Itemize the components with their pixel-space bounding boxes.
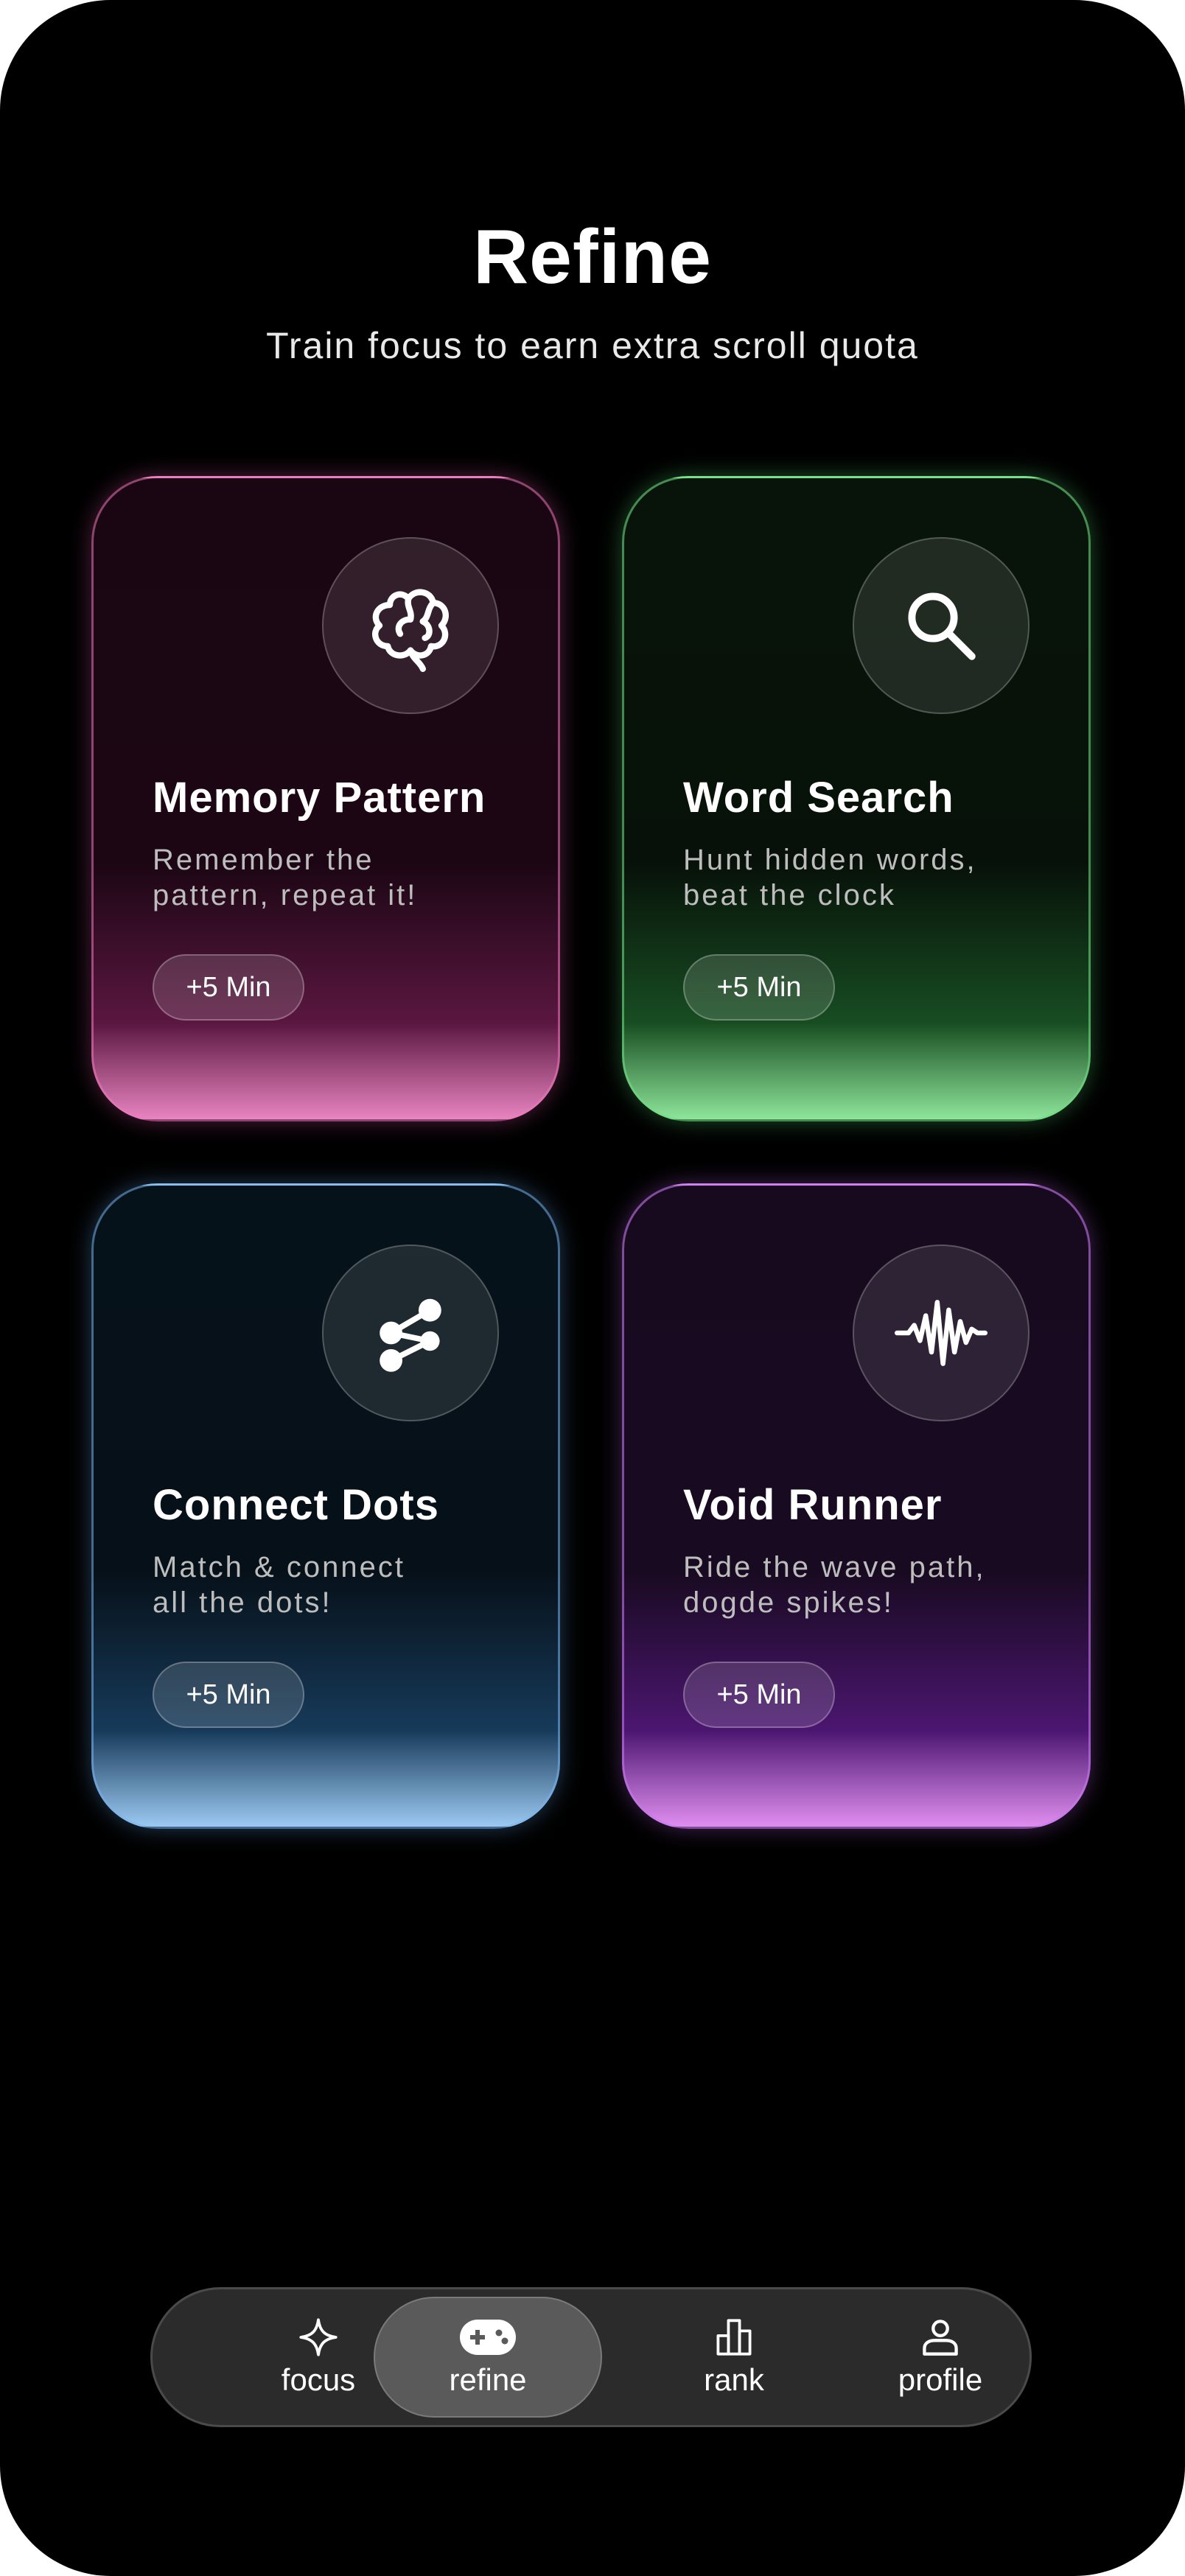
nav-item-refine[interactable]: refine <box>374 2297 602 2418</box>
card-description: Hunt hidden words, beat the clock <box>683 844 977 911</box>
card-description: Match & connect all the dots! <box>153 1551 405 1619</box>
reward-badge: +5 Min <box>153 1662 304 1728</box>
nav-label: focus <box>281 2362 356 2397</box>
search-icon <box>853 537 1030 714</box>
bottom-nav: focus refine rank profile <box>150 2287 1032 2427</box>
share-nodes-icon <box>322 1245 499 1421</box>
card-description: Ride the wave path, dogde spikes! <box>683 1551 986 1619</box>
waveform-icon <box>853 1245 1030 1421</box>
reward-badge: +5 Min <box>153 954 304 1021</box>
card-description: Remember the pattern, repeat it! <box>153 844 418 911</box>
nav-label: rank <box>704 2362 764 2397</box>
game-card-void-runner[interactable]: Void Runner Ride the wave path, dogde sp… <box>622 1183 1091 1829</box>
card-title: Word Search <box>683 774 954 822</box>
reward-badge: +5 Min <box>683 1662 835 1728</box>
card-title: Void Runner <box>683 1481 943 1529</box>
nav-label: profile <box>898 2362 983 2397</box>
nav-item-rank[interactable]: rank <box>620 2297 848 2418</box>
brain-icon <box>322 537 499 714</box>
game-card-memory-pattern[interactable]: Memory Pattern Remember the pattern, rep… <box>91 476 560 1121</box>
gamepad-icon <box>459 2317 517 2358</box>
app-screen: Refine Train focus to earn extra scroll … <box>0 0 1185 2576</box>
page-title: Refine <box>473 214 712 300</box>
nav-item-profile[interactable]: profile <box>826 2297 1055 2418</box>
game-card-word-search[interactable]: Word Search Hunt hidden words, beat the … <box>622 476 1091 1121</box>
bar-chart-icon <box>714 2317 754 2358</box>
page-subtitle: Train focus to earn extra scroll quota <box>266 325 919 366</box>
nav-label: refine <box>449 2362 527 2397</box>
user-icon <box>920 2317 960 2358</box>
reward-badge: +5 Min <box>683 954 835 1021</box>
card-title: Memory Pattern <box>153 774 486 822</box>
card-title: Connect Dots <box>153 1481 439 1529</box>
sparkle-icon <box>298 2317 338 2358</box>
game-card-connect-dots[interactable]: Connect Dots Match & connect all the dot… <box>91 1183 560 1829</box>
